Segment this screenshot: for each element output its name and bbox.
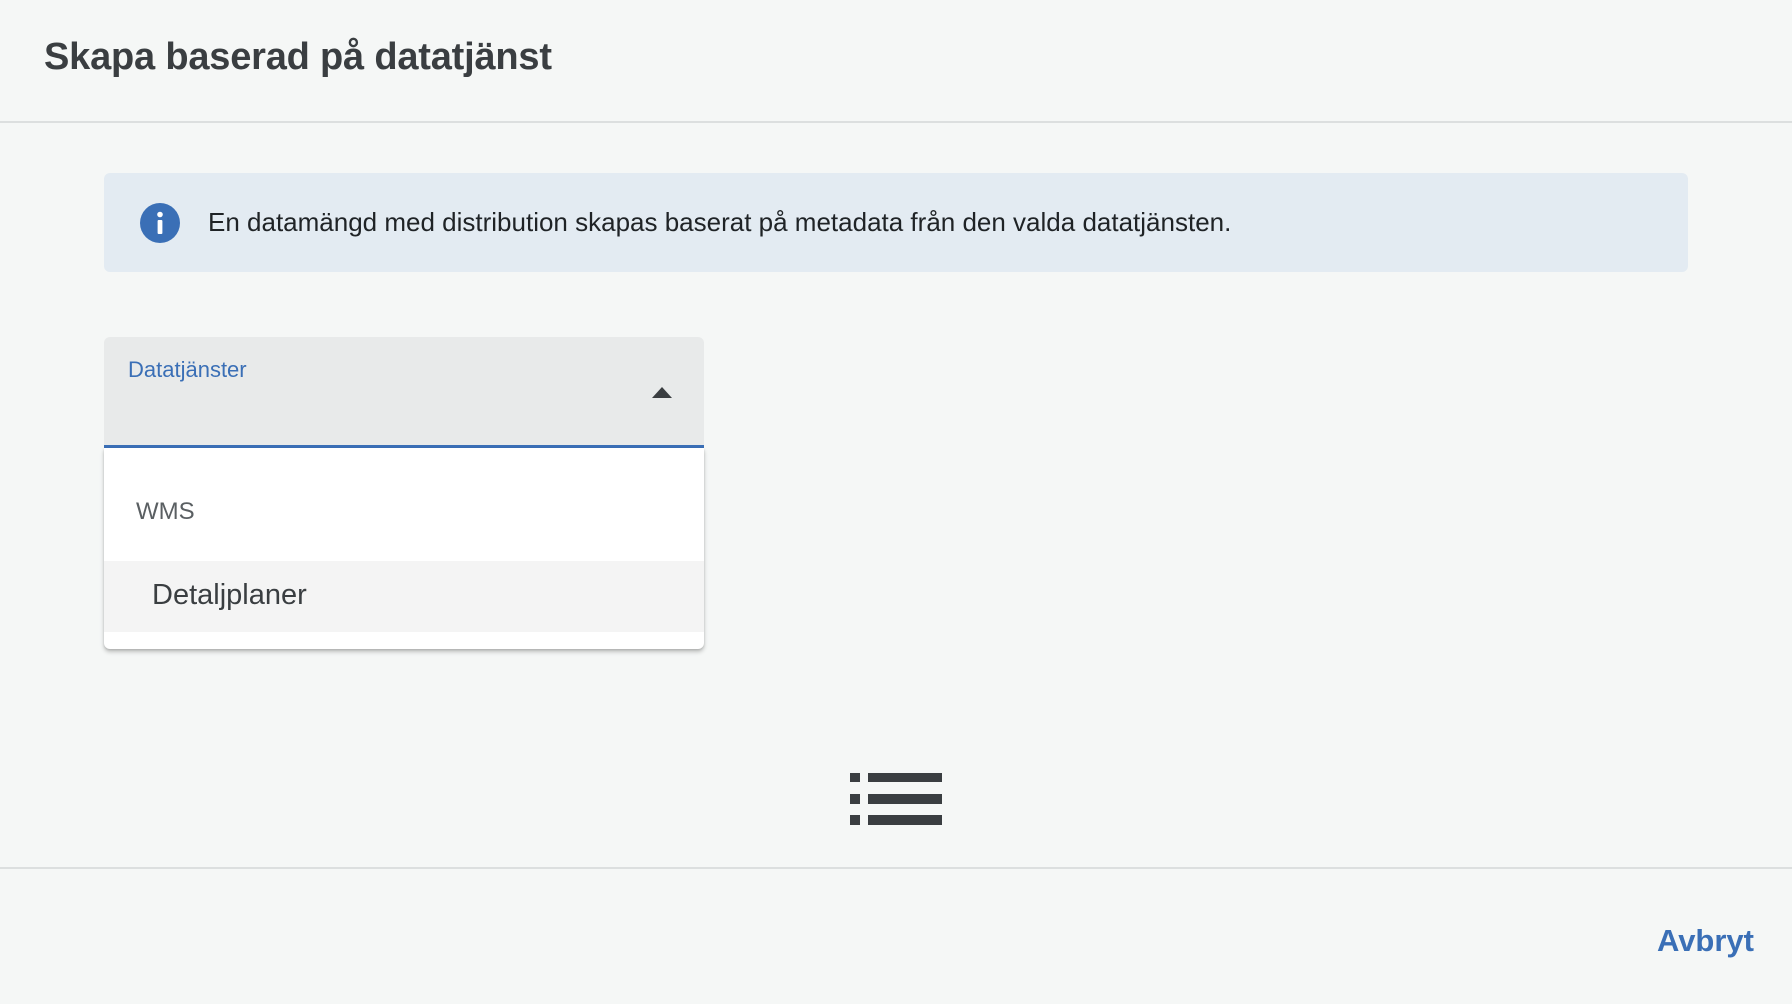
create-from-dataservice-dialog: Skapa baserad på datatjänst En datamängd… [0,0,1792,1004]
option-detaljplaner[interactable]: Detaljplaner [104,561,704,632]
info-text: En datamängd med distribution skapas bas… [208,207,1232,237]
dialog-title: Skapa baserad på datatjänst [44,36,552,78]
option-group-header: WMS [136,498,195,525]
select-label: Datatjänster [128,357,247,382]
info-banner: En datamängd med distribution skapas bas… [104,173,1688,272]
select-dropdown-menu: WMS Detaljplaner [104,448,704,649]
dialog-footer: Avbryt [0,867,1792,1004]
dialog-header: Skapa baserad på datatjänst [0,0,1792,123]
dataservice-select[interactable]: Datatjänster [104,337,704,448]
list-icon [850,773,942,825]
cancel-button[interactable]: Avbryt [1657,923,1754,959]
option-label: Detaljplaner [152,579,307,611]
caret-up-icon[interactable] [652,387,672,398]
info-icon [140,203,180,243]
